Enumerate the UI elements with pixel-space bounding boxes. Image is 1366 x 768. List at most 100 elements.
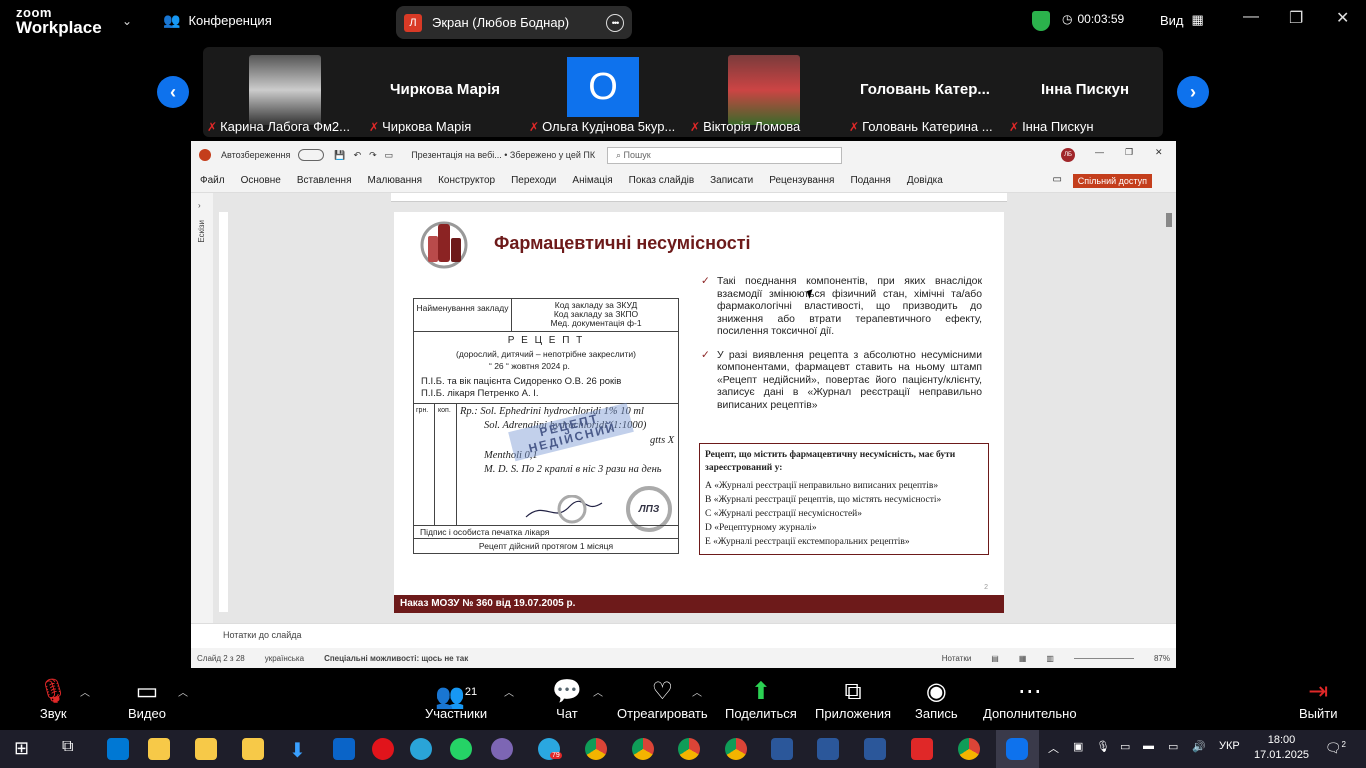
tab-transitions[interactable]: Переходи <box>511 175 556 186</box>
shield-icon[interactable] <box>1032 11 1050 31</box>
language-indicator[interactable]: УКР <box>1219 740 1240 752</box>
scrollbar-thumb[interactable] <box>1166 213 1172 227</box>
present-icon[interactable]: ▭ <box>385 150 394 161</box>
chrome-icon[interactable] <box>678 738 700 760</box>
record-button[interactable]: ◉ Запись <box>915 678 958 721</box>
download-icon[interactable]: ⬇ <box>289 738 311 762</box>
network-icon[interactable]: ▭ <box>1168 740 1178 753</box>
search-box[interactable]: ⌕ Пошук <box>607 147 842 164</box>
restore-icon[interactable]: ❐ <box>1125 147 1133 158</box>
tab-design[interactable]: Конструктор <box>438 175 495 186</box>
tab-file[interactable]: Файл <box>200 175 225 186</box>
camera-icon[interactable]: ▣ <box>1073 740 1083 753</box>
save-icon[interactable]: 💾 <box>334 150 345 161</box>
sorter-view-icon[interactable]: ▦ <box>1019 654 1027 663</box>
store-icon[interactable] <box>107 738 129 760</box>
chevron-up-icon[interactable]: ︿ <box>593 684 603 699</box>
more-icon[interactable]: ••• <box>606 13 624 32</box>
chrome-icon[interactable] <box>585 738 607 760</box>
participant-tile[interactable]: Чиркова Марія ✗ Чиркова Марія <box>365 47 525 137</box>
zoom-taskbar-button[interactable] <box>996 730 1039 768</box>
whatsapp-icon[interactable] <box>450 738 472 760</box>
slide-notes[interactable]: Нотатки до слайда <box>191 623 1176 648</box>
tab-animations[interactable]: Анімація <box>572 175 612 186</box>
share-indicator[interactable]: Л Экран (Любов Боднар) ••• <box>396 6 632 39</box>
tab-slideshow[interactable]: Показ слайдів <box>629 175 695 186</box>
tab-help[interactable]: Довідка <box>907 175 943 186</box>
tab-home[interactable]: Основне <box>241 175 281 186</box>
autosave-toggle[interactable] <box>298 149 325 161</box>
audio-button[interactable]: 🎙 Звук <box>38 678 68 721</box>
word-icon[interactable] <box>864 738 886 760</box>
chevron-up-icon[interactable]: ︿ <box>178 684 188 699</box>
volume-icon[interactable]: 🔊 <box>1192 740 1206 753</box>
chevron-up-icon[interactable]: ︿ <box>504 684 514 699</box>
leave-button[interactable]: ⇥ Выйти <box>1299 678 1338 721</box>
folder-icon[interactable] <box>195 738 217 760</box>
chevron-down-icon[interactable]: ⌄ <box>122 14 132 28</box>
meeting-title-button[interactable]: 👥 Конференция <box>163 12 272 29</box>
file-title[interactable]: Презентація на вебі... • Збережено у цей… <box>411 150 595 160</box>
share-button[interactable]: Спільний доступ <box>1072 174 1152 188</box>
restore-icon[interactable]: ❐ <box>1289 8 1303 28</box>
participant-tile[interactable]: О ✗ Ольга Кудінова 5кур... <box>525 47 685 137</box>
language-status[interactable]: українська <box>265 654 304 663</box>
participant-tile[interactable]: ✗ Вікторія Ломова <box>686 47 846 137</box>
chevron-up-icon[interactable]: ︿ <box>80 684 90 699</box>
windows-start-icon[interactable]: ⊞ <box>14 738 36 760</box>
microphone-icon[interactable]: 🎙 <box>1096 740 1110 753</box>
reading-view-icon[interactable]: ▥ <box>1046 654 1054 663</box>
video-button[interactable]: ▭ Видео <box>128 678 166 721</box>
tab-record[interactable]: Записати <box>710 175 753 186</box>
display-icon[interactable]: ▭ <box>1120 740 1130 753</box>
prev-page-button[interactable]: ‹ <box>157 76 189 108</box>
notification-icon[interactable]: 🗨2 <box>1325 740 1346 756</box>
close-icon[interactable]: ✕ <box>1155 147 1163 158</box>
undo-icon[interactable]: ↶ <box>354 150 362 161</box>
outlook-icon[interactable] <box>333 738 355 760</box>
clock[interactable]: 18:00 17.01.2025 <box>1254 733 1309 763</box>
chrome-icon[interactable] <box>725 738 747 760</box>
close-icon[interactable]: ✕ <box>1336 8 1349 28</box>
task-view-icon[interactable]: ⧉ <box>62 738 84 760</box>
telegram-icon[interactable]: 79 <box>538 738 562 760</box>
chevron-up-icon[interactable]: ︿ <box>692 684 702 699</box>
battery-icon[interactable]: ▬ <box>1143 740 1154 752</box>
view-button[interactable]: Вид ▦ <box>1160 12 1204 28</box>
chrome-icon[interactable] <box>632 738 654 760</box>
word-icon[interactable] <box>771 738 793 760</box>
thumbnail-pane[interactable]: › Ескізи <box>191 193 213 623</box>
participant-tile[interactable]: ✗ Карина Лабога Фм2... <box>203 47 363 137</box>
pdf-icon[interactable] <box>911 738 933 760</box>
folder-icon[interactable] <box>148 738 170 760</box>
more-button[interactable]: ⋯ Дополнительно <box>983 678 1077 721</box>
accessibility-status[interactable]: Спеціальні можливості: щось не так <box>324 654 468 663</box>
user-avatar[interactable]: ЛБ <box>1061 148 1075 162</box>
word-icon[interactable] <box>817 738 839 760</box>
chrome-icon[interactable] <box>958 738 980 760</box>
notes-toggle[interactable]: Нотатки <box>942 654 972 663</box>
tab-view[interactable]: Подання <box>850 175 890 186</box>
normal-view-icon[interactable]: ▤ <box>991 654 999 663</box>
participants-button[interactable]: 👥21 Участники <box>425 678 487 721</box>
minimize-icon[interactable]: — <box>1243 8 1259 26</box>
chevron-up-icon[interactable]: ︿ <box>1048 740 1059 756</box>
folder-icon[interactable] <box>242 738 264 760</box>
participant-tile[interactable]: Інна Пискун ✗ Інна Пискун <box>1005 47 1165 137</box>
edge-icon[interactable] <box>410 738 432 760</box>
viber-icon[interactable] <box>491 738 513 760</box>
apps-button[interactable]: ⧉ Приложения <box>815 678 891 721</box>
participant-tile[interactable]: Головань Катер... ✗ Головань Катерина ... <box>845 47 1005 137</box>
redo-icon[interactable]: ↷ <box>369 150 377 161</box>
comment-icon[interactable]: ▭ <box>1053 174 1062 185</box>
minimize-icon[interactable]: — <box>1095 147 1104 157</box>
chevron-right-icon[interactable]: › <box>198 201 213 210</box>
chat-button[interactable]: 💬 Чат <box>552 678 582 721</box>
opera-icon[interactable] <box>372 738 394 760</box>
tab-draw[interactable]: Малювання <box>368 175 423 186</box>
tab-review[interactable]: Рецензування <box>769 175 834 186</box>
share-screen-button[interactable]: ⬆ Поделиться <box>725 678 797 721</box>
next-page-button[interactable]: › <box>1177 76 1209 108</box>
zoom-slider[interactable] <box>1073 657 1134 659</box>
zoom-level[interactable]: 87% <box>1154 654 1170 663</box>
